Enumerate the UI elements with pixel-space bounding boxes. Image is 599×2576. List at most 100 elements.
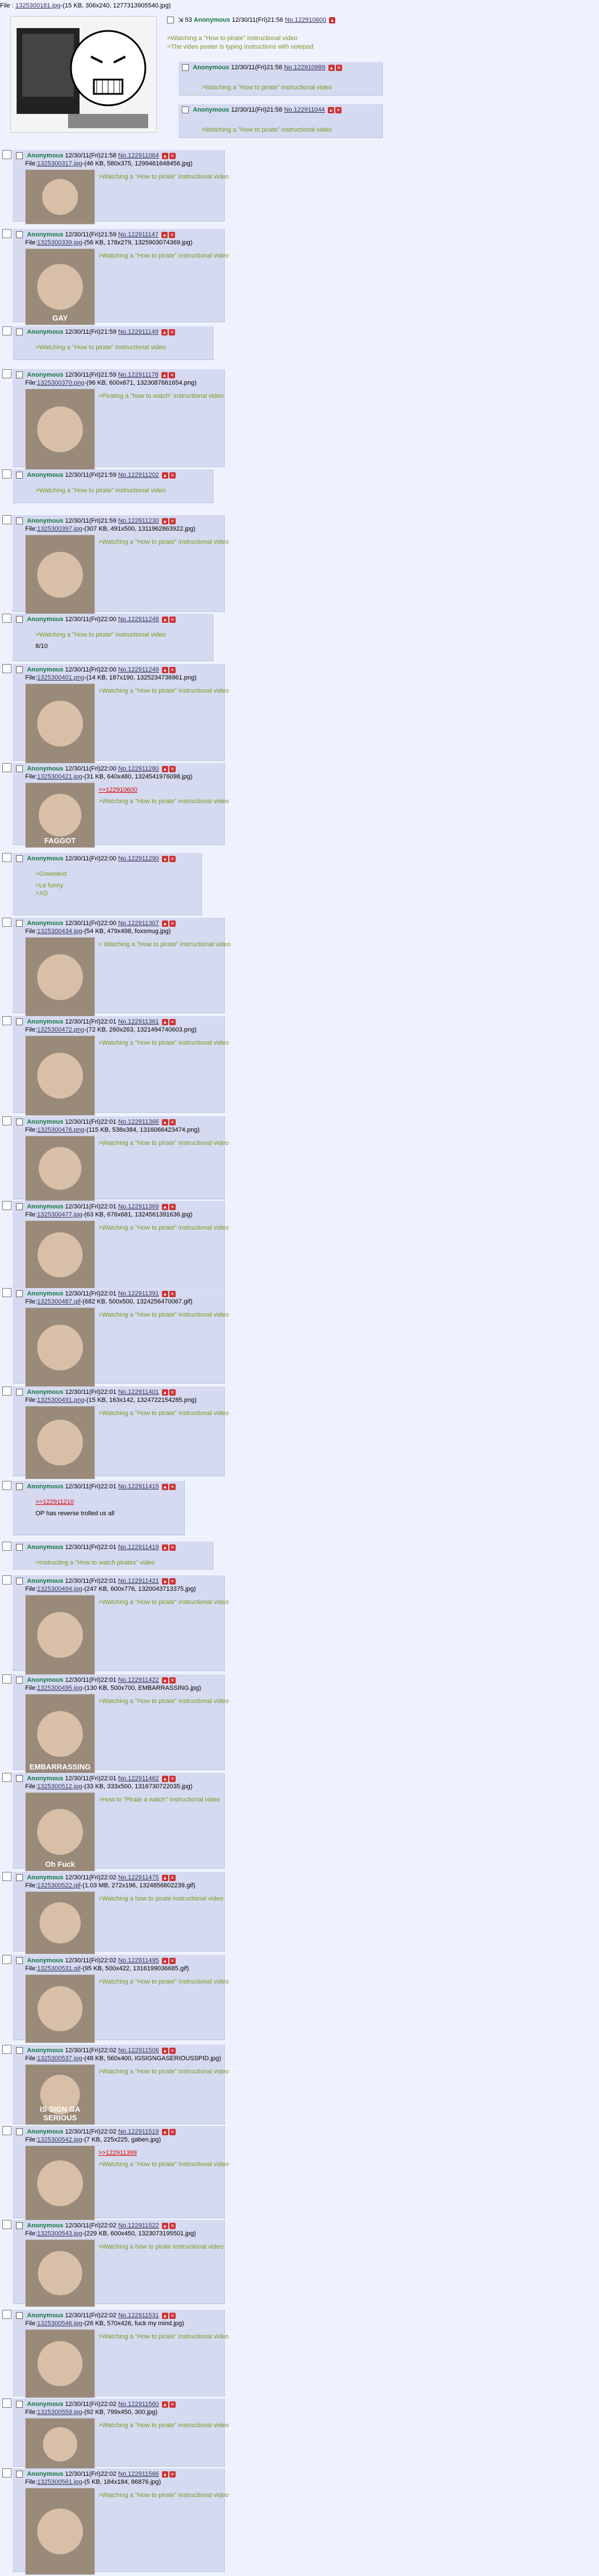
delete-icon[interactable]: ✕ bbox=[169, 2471, 176, 2478]
delete-icon[interactable]: ✕ bbox=[169, 920, 176, 927]
delete-icon[interactable]: ✕ bbox=[169, 472, 176, 479]
delete-icon[interactable]: ✕ bbox=[169, 1483, 176, 1490]
reply-file-link[interactable]: 1325300559.jpg bbox=[37, 2409, 82, 2416]
reply-post-number[interactable]: No.122911202 bbox=[118, 472, 158, 479]
report-icon[interactable]: ▲ bbox=[328, 64, 335, 71]
op-post-number[interactable]: No.122910600 bbox=[285, 17, 326, 23]
reply-post-number[interactable]: No.122911462 bbox=[118, 1775, 158, 1782]
reply-checkbox[interactable] bbox=[16, 1957, 23, 1965]
report-icon[interactable]: ▲ bbox=[161, 329, 168, 335]
report-icon[interactable]: ▲ bbox=[161, 372, 168, 378]
reply-checkbox[interactable] bbox=[182, 106, 189, 114]
quote-link[interactable]: >>122911210 bbox=[35, 1498, 173, 1506]
reply-thumbnail[interactable] bbox=[25, 535, 95, 615]
reply-thumbnail[interactable] bbox=[25, 169, 95, 224]
reply-thumbnail[interactable] bbox=[25, 1307, 95, 1388]
quote-link[interactable]: >>122910600 bbox=[98, 786, 236, 794]
quote-link[interactable]: >>122911399 bbox=[98, 2149, 236, 2157]
delete-icon[interactable]: ✕ bbox=[169, 1578, 176, 1585]
reply-post-number[interactable]: No.122911560 bbox=[118, 2401, 158, 2408]
reply-post-number[interactable]: No.122911519 bbox=[118, 2128, 158, 2135]
reply-file-link[interactable]: 1325300531.gif bbox=[37, 1965, 81, 1972]
reply-file-link[interactable]: 1325300495.jpg bbox=[37, 1685, 82, 1692]
delete-icon[interactable]: ✕ bbox=[169, 372, 176, 378]
op-image[interactable] bbox=[10, 16, 157, 133]
reply-post-number[interactable]: No.122911230 bbox=[118, 517, 158, 524]
reply-post-number[interactable]: No.122911147 bbox=[118, 231, 158, 238]
reply-thumbnail[interactable] bbox=[25, 2239, 95, 2307]
delete-icon[interactable]: ✕ bbox=[169, 765, 176, 772]
delete-icon[interactable]: ✕ bbox=[169, 1874, 176, 1881]
delete-icon[interactable]: ✕ bbox=[169, 1677, 176, 1684]
report-icon[interactable]: ▲ bbox=[161, 1957, 168, 1964]
report-icon[interactable]: ▲ bbox=[161, 517, 168, 524]
reply-thumbnail[interactable] bbox=[25, 1136, 95, 1201]
reply-post-number[interactable]: No.122911249 bbox=[118, 666, 158, 673]
delete-icon[interactable]: ✕ bbox=[335, 64, 342, 71]
reply-post-number[interactable]: No.122911361 bbox=[118, 1018, 158, 1025]
reply-thumbnail[interactable] bbox=[25, 1406, 95, 1479]
reply-file-link[interactable]: 1325300543.jpg bbox=[37, 2230, 82, 2237]
reply-checkbox[interactable] bbox=[16, 2401, 23, 2408]
reply-file-link[interactable]: 1325300317.jpg bbox=[37, 160, 82, 167]
reply-checkbox[interactable] bbox=[16, 1203, 23, 1211]
delete-icon[interactable]: ✕ bbox=[169, 152, 176, 159]
reply-checkbox[interactable] bbox=[16, 2047, 23, 2055]
reply-file-link[interactable]: 1325300522.gif bbox=[37, 1882, 81, 1889]
report-icon[interactable]: ▲ bbox=[161, 1483, 168, 1490]
reply-thumbnail[interactable] bbox=[25, 1595, 95, 1675]
reply-post-number[interactable]: No.122911566 bbox=[118, 2471, 158, 2478]
delete-icon[interactable]: ✕ bbox=[169, 1018, 176, 1025]
report-icon[interactable]: ▲ bbox=[161, 1290, 168, 1297]
report-icon[interactable]: ▲ bbox=[161, 1775, 168, 1782]
report-icon[interactable]: ▲ bbox=[161, 1018, 168, 1025]
delete-icon[interactable]: ✕ bbox=[169, 1290, 176, 1297]
report-icon[interactable]: ▲ bbox=[161, 920, 168, 927]
reply-post-number[interactable]: No.122911064 bbox=[118, 152, 158, 159]
reply-checkbox[interactable] bbox=[16, 1544, 23, 1551]
reply-post-number[interactable]: No.122911495 bbox=[118, 1957, 158, 1964]
reply-thumbnail[interactable] bbox=[25, 2488, 95, 2575]
reply-thumbnail[interactable]: FAGGOT bbox=[25, 783, 95, 848]
report-icon[interactable]: ▲ bbox=[161, 1578, 168, 1585]
reply-checkbox[interactable] bbox=[16, 2128, 23, 2136]
reply-checkbox[interactable] bbox=[16, 1018, 23, 1026]
reply-checkbox[interactable] bbox=[16, 616, 23, 623]
reply-thumbnail[interactable] bbox=[25, 1220, 95, 1289]
reply-file-link[interactable]: 1325300561.jpg bbox=[37, 2479, 82, 2486]
reply-thumbnail[interactable] bbox=[25, 2146, 95, 2221]
report-icon[interactable]: ▲ bbox=[161, 1119, 168, 1125]
delete-icon[interactable]: ✕ bbox=[169, 1775, 176, 1782]
reply-checkbox[interactable] bbox=[16, 2471, 23, 2478]
reply-checkbox[interactable] bbox=[16, 1775, 23, 1783]
reply-checkbox[interactable] bbox=[16, 1119, 23, 1126]
reply-post-number[interactable]: No.122911307 bbox=[118, 920, 158, 927]
reply-file-link[interactable]: 1325300421.jpg bbox=[37, 773, 82, 780]
reply-post-number[interactable]: No.122911475 bbox=[118, 1874, 158, 1881]
reply-checkbox[interactable] bbox=[182, 64, 189, 72]
reply-file-link[interactable]: 1325300472.png bbox=[37, 1026, 85, 1033]
reply-file-link[interactable]: 1325300542.jpg bbox=[37, 2136, 82, 2143]
reply-file-link[interactable]: 1325300512.jpg bbox=[37, 1783, 82, 1790]
reply-post-number[interactable]: No.122911401 bbox=[118, 1389, 158, 1396]
reply-post-number[interactable]: No.122911178 bbox=[118, 372, 158, 378]
report-icon[interactable]: ▲ bbox=[161, 1203, 168, 1210]
reply-post-number[interactable]: No.122911149 bbox=[118, 329, 158, 335]
reply-thumbnail[interactable] bbox=[25, 683, 95, 764]
delete-icon[interactable]: ✕ bbox=[169, 2222, 176, 2229]
reply-file-link[interactable]: 1325300434.jpg bbox=[37, 928, 82, 935]
reply-thumbnail[interactable] bbox=[25, 389, 95, 470]
op-checkbox[interactable] bbox=[167, 17, 174, 24]
reply-checkbox[interactable] bbox=[16, 1483, 23, 1491]
delete-icon[interactable]: ✕ bbox=[169, 1389, 176, 1396]
reply-post-number[interactable]: No.122911522 bbox=[118, 2222, 158, 2229]
reply-post-number[interactable]: No.122911369 bbox=[118, 1203, 158, 1210]
reply-checkbox[interactable] bbox=[16, 765, 23, 773]
delete-icon[interactable]: ✕ bbox=[169, 855, 176, 862]
report-icon[interactable]: ▲ bbox=[161, 152, 168, 159]
report-icon[interactable]: ▲ bbox=[161, 2401, 168, 2408]
reply-checkbox[interactable] bbox=[16, 2222, 23, 2230]
reply-thumbnail[interactable] bbox=[25, 937, 95, 1017]
reply-checkbox[interactable] bbox=[16, 1874, 23, 1882]
reply-post-number[interactable]: No.122911248 bbox=[118, 616, 158, 623]
